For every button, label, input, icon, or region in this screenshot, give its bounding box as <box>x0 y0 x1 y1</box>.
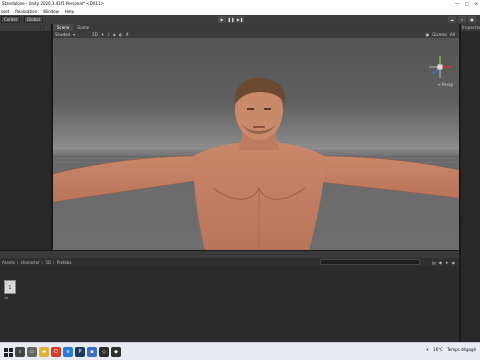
menu-item-realisation[interactable]: Realisation <box>15 8 37 15</box>
scene-search-input[interactable]: All <box>450 32 455 37</box>
hierarchy-header: ⋮ <box>0 24 51 31</box>
project-assets-grid: 1 3D <box>0 266 459 343</box>
main-toolbar: Center Global ▶ ❚❚ ▶❚ ☁ ⌕ ● <box>0 15 480 24</box>
visibility-icon[interactable]: ◉ <box>452 260 456 265</box>
tab-scene[interactable]: Scene <box>53 24 74 31</box>
scene-toolbar: Shaded ▾ 2D ☀ ♪ ◈ ◐ # ▣ Gizmos All <box>53 31 459 38</box>
pivot-center-button[interactable]: Center <box>1 16 21 23</box>
global-local-button[interactable]: Global <box>24 16 43 23</box>
inspector-panel: Inspector <box>460 24 480 342</box>
asset-caption: 3D <box>4 296 9 300</box>
menu-bar: sset Realisation Window Help <box>0 8 480 15</box>
play-controls: ▶ ❚❚ ▶❚ <box>218 16 244 23</box>
step-button[interactable]: ▶❚ <box>236 16 244 23</box>
project-tabs <box>0 251 459 258</box>
breadcrumb-character[interactable]: character <box>21 260 40 265</box>
breadcrumb-3d[interactable]: 3D <box>45 260 51 265</box>
close-button[interactable]: ✕ <box>475 0 478 8</box>
project-toolbar: Assets › character › 3D › Prefabs ▤ ◆ ★ … <box>0 258 459 266</box>
light-icon[interactable]: ☀ <box>101 32 105 37</box>
window-title: Standalone - Unity 2020.3.41f1 Personal*… <box>2 1 104 6</box>
edge-icon[interactable]: e <box>63 347 73 357</box>
gizmos-dropdown[interactable]: Gizmos <box>432 32 447 37</box>
pause-button[interactable]: ❚❚ <box>227 16 235 23</box>
breadcrumb-assets[interactable]: Assets <box>2 260 15 265</box>
right-arm <box>304 155 459 199</box>
effects-icon[interactable]: ◈ <box>113 32 116 37</box>
menu-item-window[interactable]: Window <box>43 8 59 15</box>
label-icon[interactable]: ◆ <box>439 260 442 265</box>
filter-icon[interactable]: ▤ <box>432 260 436 265</box>
character-model[interactable] <box>53 38 459 250</box>
weather-description[interactable]: Temps dégagé <box>447 347 476 352</box>
chevron-down-icon: ▾ <box>73 32 76 37</box>
window-title-bar: Standalone - Unity 2020.3.41f1 Personal*… <box>0 0 480 8</box>
account-icon[interactable]: ● <box>468 16 476 23</box>
maximize-button[interactable]: □ <box>465 0 469 8</box>
unity-editor-icon[interactable]: ◆ <box>111 347 121 357</box>
collab-icon[interactable]: ☁ <box>448 16 456 23</box>
breadcrumb-separator: › <box>53 259 55 265</box>
weather-icon: ☀ <box>425 347 430 352</box>
unity-hub-icon[interactable]: ◇ <box>99 347 109 357</box>
play-button[interactable]: ▶ <box>218 16 226 23</box>
breadcrumb-separator: › <box>17 259 19 265</box>
scene-viewport[interactable]: < Persp <box>53 38 459 250</box>
search-icon[interactable]: ⌕ <box>15 347 25 357</box>
hierarchy-menu-icon[interactable]: ⋮ <box>44 24 48 31</box>
audio-icon[interactable]: ♪ <box>107 32 110 37</box>
menu-item-assets[interactable]: sset <box>1 8 9 15</box>
system-tray: ☀ 16°C Temps dégagé <box>426 347 477 352</box>
shading-mode-dropdown[interactable]: Shaded <box>55 32 70 37</box>
breadcrumb-separator: › <box>41 259 44 265</box>
task-view-icon[interactable]: ▭ <box>27 347 37 357</box>
grid-icon[interactable]: # <box>125 32 128 37</box>
favorite-icon[interactable]: ★ <box>445 260 449 265</box>
taskbar-apps: ⌕ ▭ ▰ O e P ▪ ◇ ◆ <box>4 347 121 357</box>
minimize-button[interactable]: — <box>455 0 459 8</box>
inspector-header[interactable]: Inspector <box>461 24 480 31</box>
project-panel: Assets › character › 3D › Prefabs ▤ ◆ ★ … <box>0 250 459 343</box>
photoshop-icon[interactable]: P <box>75 347 85 357</box>
persp-label[interactable]: < Persp <box>437 82 453 87</box>
tab-game[interactable]: Game <box>73 24 93 31</box>
asset-thumbnail[interactable]: 1 <box>4 280 16 294</box>
camera-icon[interactable]: ▣ <box>426 32 430 37</box>
search-icon[interactable]: ⌕ <box>458 16 466 23</box>
center-label: Center <box>4 17 18 22</box>
breadcrumb-prefabs[interactable]: Prefabs <box>57 260 72 265</box>
windows-start-icon[interactable] <box>4 347 13 357</box>
hierarchy-panel: ⋮ <box>0 24 52 250</box>
opera-icon[interactable]: O <box>51 347 61 357</box>
windows-taskbar: ⌕ ▭ ▰ O e P ▪ ◇ ◆ ☀ 16°C Temps dégagé <box>0 342 480 360</box>
app-icon[interactable]: ▪ <box>87 347 97 357</box>
weather-temp[interactable]: 16°C <box>433 347 443 352</box>
menu-item-help[interactable]: Help <box>65 8 74 15</box>
left-arm <box>53 155 214 203</box>
scene-tabs: Scene Game <box>53 24 459 31</box>
scene-view: Scene Game Shaded ▾ 2D ☀ ♪ ◈ ◐ # ▣ Gizmo… <box>53 24 459 250</box>
file-explorer-icon[interactable]: ▰ <box>39 347 49 357</box>
hidden-objects-icon[interactable]: ◐ <box>119 32 123 37</box>
mode-2d-toggle[interactable]: 2D <box>92 32 98 37</box>
project-search-input[interactable] <box>320 259 420 265</box>
global-label: Global <box>27 17 40 22</box>
right-toolbar-group: ☁ ⌕ ● <box>448 16 476 23</box>
